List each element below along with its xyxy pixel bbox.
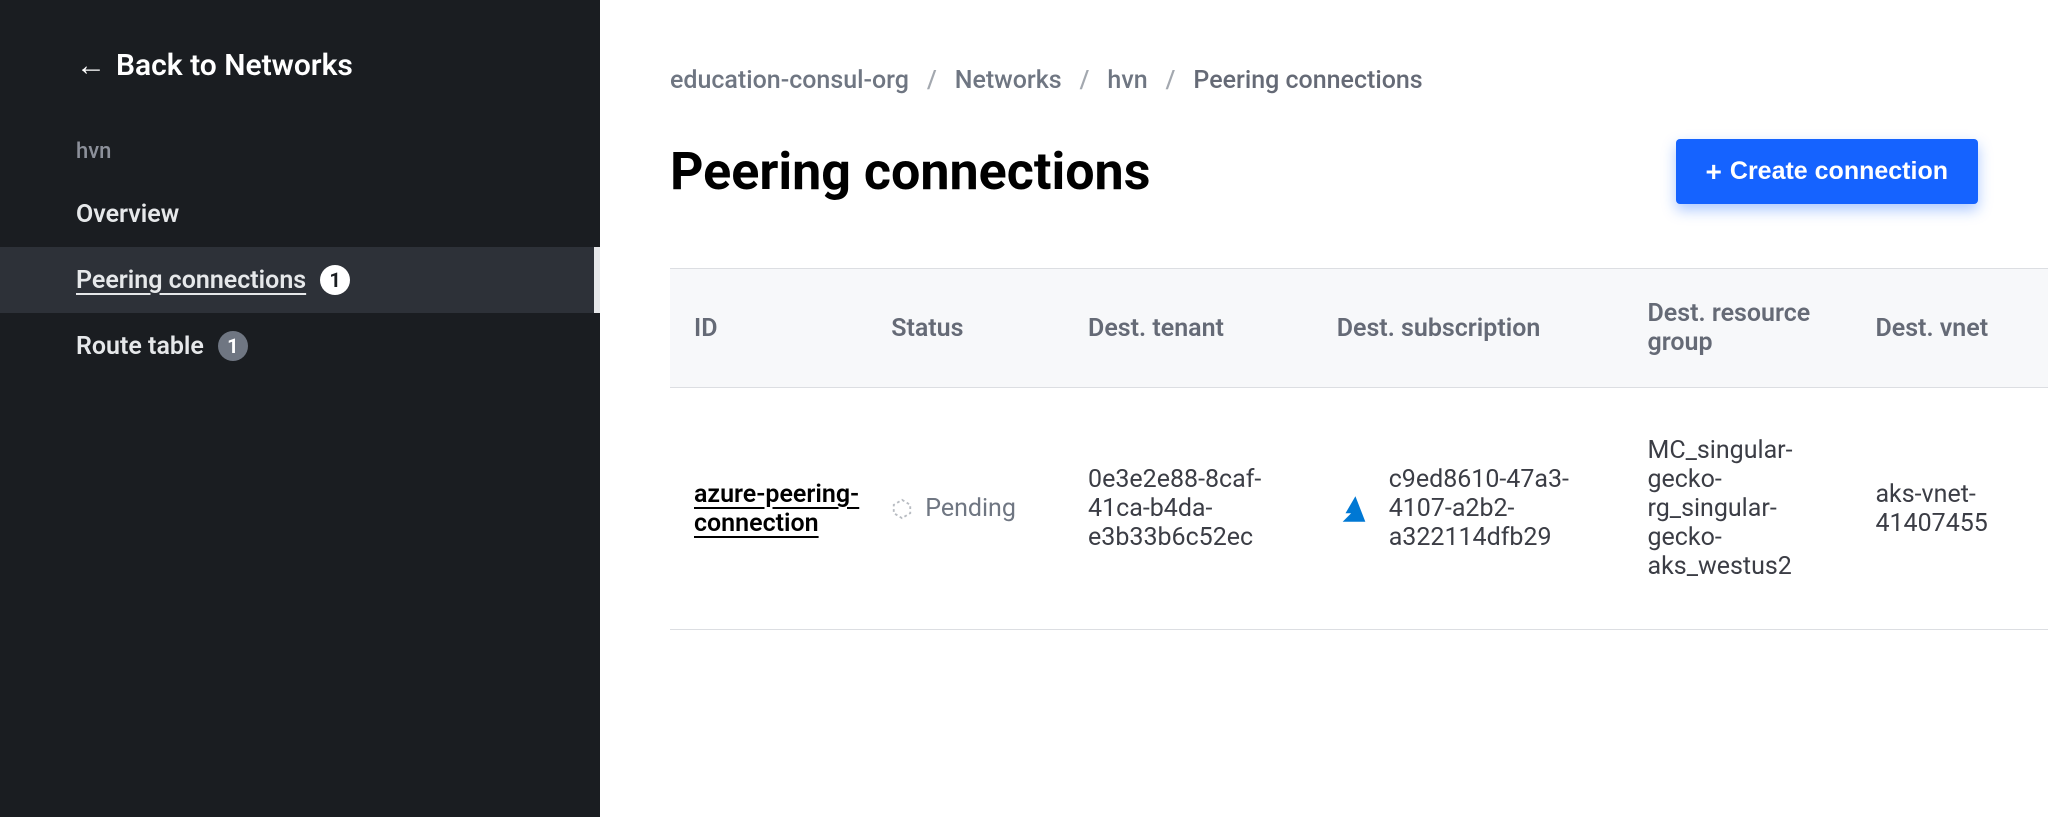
dest-subscription-cell: c9ed8610-47a3-4107-a2b2-a322114dfb29 bbox=[1337, 465, 1620, 552]
plus-icon: + bbox=[1706, 158, 1722, 186]
page-title: Peering connections bbox=[670, 141, 1150, 202]
peering-id-link[interactable]: azure-peering-connection bbox=[694, 480, 859, 538]
sidebar: ← Back to Networks hvn Overview Peering … bbox=[0, 0, 600, 817]
pending-icon bbox=[891, 498, 913, 520]
breadcrumb-separator: / bbox=[927, 66, 937, 95]
dest-subscription-value: c9ed8610-47a3-4107-a2b2-a322114dfb29 bbox=[1389, 465, 1620, 552]
breadcrumb: education-consul-org / Networks / hvn / … bbox=[670, 66, 2048, 95]
breadcrumb-separator: / bbox=[1166, 66, 1176, 95]
dest-resource-group-cell: MC_singular-gecko-rg_singular-gecko-aks_… bbox=[1634, 388, 1862, 630]
sidebar-item-badge: 1 bbox=[218, 331, 248, 361]
dest-tenant-cell: 0e3e2e88-8caf-41ca-b4da-e3b33b6c52ec bbox=[1074, 388, 1323, 630]
breadcrumb-item-org[interactable]: education-consul-org bbox=[670, 66, 909, 95]
sidebar-item-label: Overview bbox=[76, 200, 179, 229]
back-label: Back to Networks bbox=[116, 48, 353, 83]
page-header: Peering connections + Create connection bbox=[670, 139, 2048, 204]
sidebar-item-badge: 1 bbox=[320, 265, 350, 295]
sidebar-item-overview[interactable]: Overview bbox=[0, 182, 600, 247]
table-header-row: ID Status Dest. tenant Dest. subscriptio… bbox=[670, 269, 2048, 388]
table-header-id: ID bbox=[670, 269, 877, 388]
sidebar-item-label: Peering connections bbox=[76, 266, 306, 295]
sidebar-item-route-table[interactable]: Route table 1 bbox=[0, 313, 600, 379]
main-content: education-consul-org / Networks / hvn / … bbox=[600, 0, 2048, 817]
context-label: hvn bbox=[0, 133, 600, 182]
arrow-left-icon: ← bbox=[76, 51, 106, 81]
azure-icon bbox=[1337, 492, 1371, 526]
table-row: azure-peering-connection Pending 0e3e2e8… bbox=[670, 388, 2048, 630]
create-connection-button[interactable]: + Create connection bbox=[1676, 139, 1978, 204]
peering-table: ID Status Dest. tenant Dest. subscriptio… bbox=[670, 268, 2048, 630]
sidebar-item-peering-connections[interactable]: Peering connections 1 bbox=[0, 247, 600, 313]
table-header-dest-resource-group: Dest. resource group bbox=[1634, 269, 1862, 388]
table-header-dest-subscription: Dest. subscription bbox=[1323, 269, 1634, 388]
breadcrumb-item-current: Peering connections bbox=[1193, 66, 1422, 95]
back-to-networks-link[interactable]: ← Back to Networks bbox=[0, 28, 600, 133]
create-button-label: Create connection bbox=[1730, 157, 1948, 186]
table-header-status: Status bbox=[877, 269, 1074, 388]
status-label: Pending bbox=[925, 494, 1016, 523]
status-cell: Pending bbox=[891, 494, 1060, 523]
dest-vnet-cell: aks-vnet-41407455 bbox=[1861, 388, 2048, 630]
breadcrumb-separator: / bbox=[1080, 66, 1090, 95]
table-header-dest-vnet: Dest. vnet bbox=[1861, 269, 2048, 388]
sidebar-item-label: Route table bbox=[76, 332, 204, 361]
table-header-dest-tenant: Dest. tenant bbox=[1074, 269, 1323, 388]
breadcrumb-item-networks[interactable]: Networks bbox=[955, 66, 1062, 95]
breadcrumb-item-hvn[interactable]: hvn bbox=[1107, 66, 1147, 95]
